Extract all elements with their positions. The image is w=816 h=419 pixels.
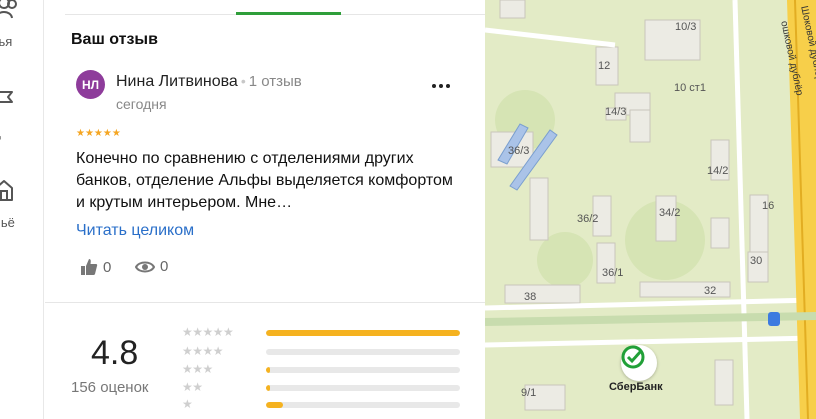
- nav-item-label: ид: [0, 125, 1, 140]
- building-number: 14/3: [605, 106, 627, 118]
- dot-icon: [446, 84, 450, 88]
- separator-dot: •: [240, 73, 246, 89]
- distribution-stars: ★★★: [182, 362, 213, 376]
- distribution-bar: [266, 349, 460, 355]
- map-view[interactable]: 10/3 12 10 ст1 14/3 36/3 14/2 36/2 34/2 …: [485, 0, 816, 419]
- guide-icon: [0, 91, 13, 103]
- building-number: 32: [704, 285, 717, 297]
- dot-icon: [439, 84, 443, 88]
- views-counter: 0: [135, 258, 168, 275]
- distribution-stars: ★★: [182, 380, 203, 394]
- friends-icon: [0, 0, 17, 19]
- building-number: 36/3: [508, 145, 530, 157]
- more-options-button[interactable]: [429, 78, 453, 94]
- distribution-bar: [266, 367, 460, 373]
- author-row: Нина Литвинова • 1 отзыв: [116, 73, 302, 91]
- distribution-bar: [266, 330, 460, 336]
- review-stars: ★★★★★: [76, 128, 121, 139]
- building-number: 14/2: [707, 165, 729, 177]
- sberbank-pin[interactable]: [621, 345, 657, 381]
- building-number: 34/2: [659, 207, 681, 219]
- side-nav: узья ид ильё: [0, 0, 44, 419]
- review-text: Конечно по сравнению с отделениями други…: [76, 150, 453, 211]
- rating-value: 4.8: [91, 334, 139, 372]
- section-divider: [45, 302, 485, 303]
- distribution-stars: ★: [182, 397, 193, 411]
- read-more-link[interactable]: Читать целиком: [76, 222, 194, 240]
- building-number: 36/2: [577, 213, 599, 225]
- dot-icon: [432, 84, 436, 88]
- rating-distribution-row: ★★★★★: [182, 325, 472, 339]
- rating-distribution-row: ★: [182, 397, 472, 411]
- rating-distribution-row: ★★★: [182, 362, 472, 376]
- avatar[interactable]: НЛ: [76, 70, 105, 99]
- rating-distribution-row: ★★★★: [182, 344, 472, 358]
- distribution-fill: [266, 385, 270, 391]
- distribution-fill: [266, 402, 284, 408]
- building-number: 10/3: [675, 21, 697, 33]
- author-name[interactable]: Нина Литвинова: [116, 73, 238, 90]
- review-date: сегодня: [116, 96, 167, 112]
- nav-item-guide[interactable]: ид: [0, 85, 43, 145]
- nav-item-label: узья: [0, 34, 13, 49]
- distribution-stars: ★★★★: [182, 344, 224, 358]
- nav-item-friends[interactable]: узья: [0, 0, 43, 60]
- distribution-fill: [266, 367, 270, 373]
- rating-distribution-row: ★★: [182, 380, 472, 394]
- nav-item-housing[interactable]: ильё: [0, 172, 43, 232]
- likes-count: 0: [103, 258, 112, 276]
- distribution-bar: [266, 385, 460, 391]
- eye-icon: [135, 261, 155, 272]
- section-title: Ваш отзыв: [71, 31, 158, 48]
- rating-count: 156 оценок: [71, 379, 149, 396]
- like-button[interactable]: 0: [80, 258, 111, 276]
- building-number: 30: [750, 255, 763, 267]
- author-review-count: 1 отзыв: [248, 73, 302, 90]
- building-number: 16: [762, 200, 775, 212]
- distribution-stars: ★★★★★: [182, 325, 234, 339]
- nav-item-label: ильё: [0, 215, 15, 230]
- thumbs-up-icon: [81, 259, 98, 275]
- building-number: 9/1: [521, 387, 537, 399]
- building-number: 12: [598, 60, 611, 72]
- building-number: 38: [524, 291, 537, 303]
- active-tab-indicator: [236, 12, 341, 15]
- distribution-bar: [266, 402, 460, 408]
- sberbank-logo-icon: [621, 345, 645, 369]
- views-count: 0: [160, 258, 169, 275]
- bus-stop-icon[interactable]: [768, 312, 780, 326]
- housing-icon: [0, 180, 13, 201]
- poi-label: СберБанк: [609, 381, 663, 393]
- distribution-fill: [266, 330, 460, 336]
- reviews-panel: Ваш отзыв НЛ Нина Литвинова • 1 отзыв сего…: [45, 0, 485, 419]
- building-number: 36/1: [602, 267, 624, 279]
- building-number: 10 ст1: [674, 82, 706, 94]
